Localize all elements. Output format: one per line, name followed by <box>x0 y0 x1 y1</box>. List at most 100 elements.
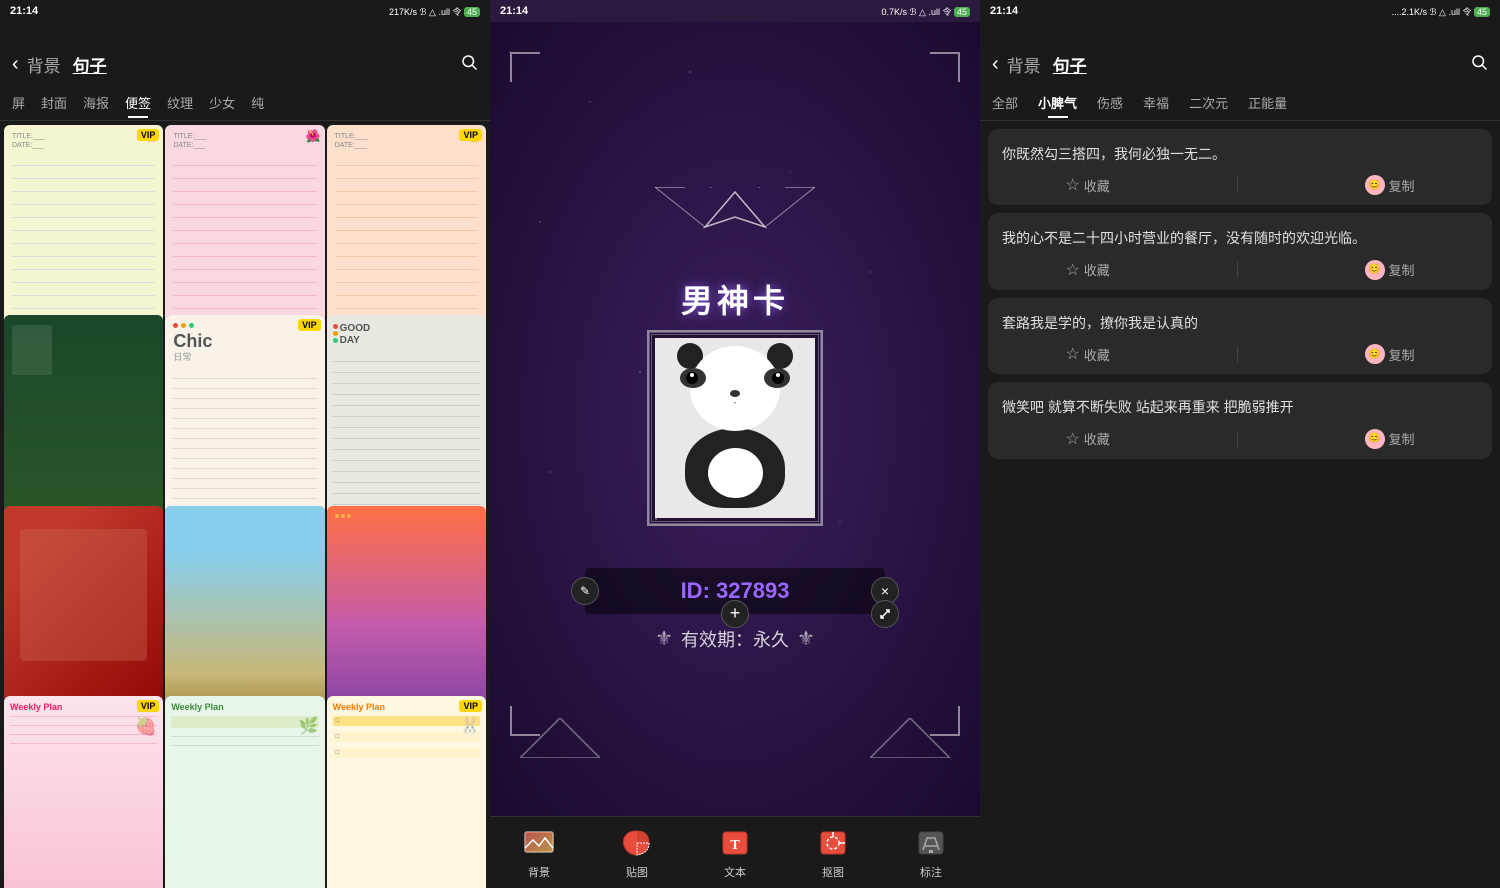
right-tab-anime[interactable]: 二次元 <box>1185 89 1232 116</box>
left-status-time: 21:14 <box>10 5 38 17</box>
sticker-grid: TITLE:___ DATE:___ 🌸 VIP TITLE:___ DATE:… <box>0 121 490 888</box>
right-tab-sad[interactable]: 伤感 <box>1093 89 1127 116</box>
copy-icon: 😊 <box>1365 260 1385 280</box>
right-tab-all[interactable]: 全部 <box>988 89 1022 116</box>
right-status-time: 21:14 <box>990 5 1018 17</box>
save-button[interactable]: ☆ 收藏 <box>1065 344 1109 364</box>
card-collar-deco <box>655 187 815 272</box>
middle-panel: 21:14 0.7K/s ℬ △ .ull 令 45 <box>490 0 980 888</box>
right-panel: 21:14 ....2.1K/s ℬ △ .ull 令 45 ‹ 背景 句子 全… <box>980 0 1500 888</box>
left-category-tabs: 屏 封面 海报 便签 纹理 少女 纯 <box>0 85 490 121</box>
right-tab-temper[interactable]: 小脾气 <box>1034 89 1081 116</box>
corner-tl <box>510 52 540 82</box>
card-edit-button[interactable]: ✎ <box>571 577 599 605</box>
right-back-button[interactable]: ‹ <box>992 53 999 76</box>
toolbar-item-cutout[interactable]: 抠图 <box>813 825 853 880</box>
cat-tab-girl[interactable]: 少女 <box>205 89 239 116</box>
right-nav-title1[interactable]: 背景 <box>1007 52 1041 77</box>
right-category-tabs: 全部 小脾气 伤感 幸福 二次元 正能量 <box>980 85 1500 121</box>
validity-text: 有效期：永久 <box>681 626 789 652</box>
card-add-button[interactable]: + <box>721 600 749 628</box>
vip-badge: VIP <box>459 129 482 141</box>
cat-tab-note[interactable]: 便签 <box>121 89 155 116</box>
copy-button[interactable]: 😊 复制 <box>1365 260 1415 280</box>
left-panel: 21:14 217K/s ℬ △ .ull 令 45 ‹ 背景 句子 屏 封面 … <box>0 0 490 888</box>
left-nav-title1[interactable]: 背景 <box>27 52 61 77</box>
sticker-item[interactable]: Weekly Plan 🍓 VIP <box>4 696 163 888</box>
save-button[interactable]: ☆ 收藏 <box>1065 175 1109 195</box>
toolbar-label-text: 文本 <box>724 864 746 880</box>
copy-button[interactable]: 😊 复制 <box>1365 429 1415 449</box>
action-divider <box>1237 431 1238 447</box>
cat-tab-screen[interactable]: 屏 <box>8 89 29 116</box>
sentence-actions: ☆ 收藏 😊 复制 <box>1002 344 1478 364</box>
sticker-item[interactable]: Weekly Plan 🐰 □ □ □ VIP <box>327 696 486 888</box>
right-nav: ‹ 背景 句子 <box>980 44 1500 85</box>
mid-status-time: 21:14 <box>500 5 528 17</box>
toolbar-label-sticker: 贴图 <box>626 864 648 880</box>
right-tab-happy[interactable]: 幸福 <box>1139 89 1173 116</box>
toolbar-item-sticker[interactable]: 贴图 <box>617 825 657 880</box>
corner-tr <box>930 52 960 82</box>
star-icon: ☆ <box>1065 429 1079 449</box>
panda-image: - <box>655 338 815 518</box>
left-nav: ‹ 背景 句子 <box>0 44 490 85</box>
left-search-button[interactable] <box>460 53 478 77</box>
sentence-text: 微笑吧 就算不断失败 站起来再重来 把脆弱推开 <box>1002 396 1478 418</box>
left-nav-title2[interactable]: 句子 <box>73 52 107 77</box>
toolbar-item-mark[interactable]: 标注 <box>911 825 951 880</box>
sentence-card: 你既然勾三搭四，我何必独一无二。 ☆ 收藏 😊 复制 <box>988 129 1492 205</box>
vip-badge: VIP <box>137 700 160 712</box>
validity-deco-left: ⚜ <box>655 626 673 651</box>
copy-icon: 😊 <box>1365 175 1385 195</box>
mark-icon <box>911 825 951 861</box>
right-nav-title2[interactable]: 句子 <box>1053 52 1087 77</box>
cat-tab-pure[interactable]: 纯 <box>247 89 268 116</box>
sentence-card: 我的心不是二十四小时营业的餐厅，没有随时的欢迎光临。 ☆ 收藏 😊 复制 <box>988 213 1492 289</box>
bg-icon <box>519 825 559 861</box>
save-button[interactable]: ☆ 收藏 <box>1065 260 1109 280</box>
bottom-deco <box>510 718 960 758</box>
sentence-text: 我的心不是二十四小时营业的餐厅，没有随时的欢迎光临。 <box>1002 227 1478 249</box>
left-back-button[interactable]: ‹ <box>12 53 19 76</box>
save-button[interactable]: ☆ 收藏 <box>1065 429 1109 449</box>
toolbar-label-cutout: 抠图 <box>822 864 844 880</box>
sentence-card: 微笑吧 就算不断失败 站起来再重来 把脆弱推开 ☆ 收藏 😊 复制 <box>988 382 1492 458</box>
toolbar-item-text[interactable]: T 文本 <box>715 825 755 880</box>
sentence-text: 套路我是学的，撩你我是认真的 <box>1002 312 1478 334</box>
copy-button[interactable]: 😊 复制 <box>1365 175 1415 195</box>
cat-tab-cover[interactable]: 封面 <box>37 89 71 116</box>
card-portrait-frame[interactable]: - <box>647 330 823 526</box>
right-tab-positive[interactable]: 正能量 <box>1244 89 1291 116</box>
left-status-stats: 217K/s ℬ △ .ull 令 45 <box>389 5 480 18</box>
toolbar-label-mark: 标注 <box>920 864 942 880</box>
cutout-icon <box>813 825 853 861</box>
sentence-list: 你既然勾三搭四，我何必独一无二。 ☆ 收藏 😊 复制 我的心不是二十四小时营业的… <box>980 121 1500 888</box>
copy-button[interactable]: 😊 复制 <box>1365 344 1415 364</box>
card-id-section: ✎ × ID: 327893 + <box>585 568 885 614</box>
sentence-actions: ☆ 收藏 😊 复制 <box>1002 429 1478 449</box>
right-search-button[interactable] <box>1470 53 1488 77</box>
copy-icon: 😊 <box>1365 429 1385 449</box>
cat-tab-poster[interactable]: 海报 <box>79 89 113 116</box>
star-icon: ☆ <box>1065 260 1079 280</box>
sentence-actions: ☆ 收藏 😊 复制 <box>1002 175 1478 195</box>
sentence-actions: ☆ 收藏 😊 复制 <box>1002 260 1478 280</box>
card-validity: ⚜ 有效期：永久 ⚜ <box>655 626 815 652</box>
vip-badge: VIP <box>298 319 321 331</box>
action-divider <box>1237 177 1238 193</box>
card-title: 男神卡 <box>681 276 789 322</box>
vip-badge: VIP <box>459 700 482 712</box>
sticker-item[interactable]: Weekly Plan 🌿 <box>165 696 324 888</box>
toolbar-item-bg[interactable]: 背景 <box>519 825 559 880</box>
toolbar-label-bg: 背景 <box>528 864 550 880</box>
text-icon: T <box>715 825 755 861</box>
action-divider <box>1237 346 1238 362</box>
card-inner: 男神卡 <box>565 187 905 652</box>
card-container: 男神卡 <box>490 22 980 816</box>
right-status-stats: ....2.1K/s ℬ △ .ull 令 45 <box>1391 5 1490 18</box>
card-expand-button[interactable] <box>871 600 899 628</box>
middle-bottom-toolbar: 背景 贴图 T 文本 <box>490 816 980 888</box>
cat-tab-texture[interactable]: 纹理 <box>163 89 197 116</box>
mid-status-stats: 0.7K/s ℬ △ .ull 令 45 <box>881 5 970 18</box>
